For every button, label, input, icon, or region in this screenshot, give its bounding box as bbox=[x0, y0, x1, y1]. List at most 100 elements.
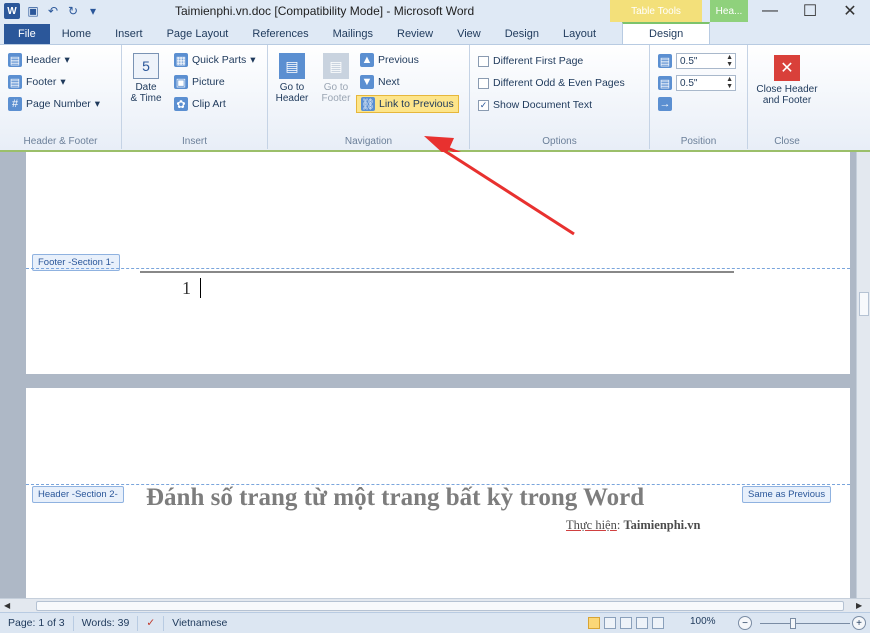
draft-view-icon[interactable] bbox=[652, 617, 664, 629]
web-layout-view-icon[interactable] bbox=[620, 617, 632, 629]
tab-home[interactable]: Home bbox=[50, 24, 103, 44]
different-odd-even-label: Different Odd & Even Pages bbox=[493, 77, 625, 89]
different-first-page-checkbox[interactable] bbox=[478, 55, 489, 67]
page-count[interactable]: Page: 1 of 3 bbox=[0, 615, 74, 631]
tab-page-layout[interactable]: Page Layout bbox=[155, 24, 241, 44]
footer-button[interactable]: ▤ Footer ▾ bbox=[8, 75, 66, 89]
group-insert: 5 Date & Time ▦ Quick Parts ▾ ▣ Picture ✿ Cl… bbox=[122, 45, 268, 149]
document-area: Footer -Section 1- 1 Header -Section 2- … bbox=[0, 152, 856, 598]
group-label-insert: Insert bbox=[181, 136, 207, 147]
close-header-footer-button[interactable]: ✕ Close Header and Footer bbox=[752, 55, 822, 106]
different-odd-even-option[interactable]: Different Odd & Even Pages bbox=[478, 77, 625, 89]
quick-parts-icon: ▦ bbox=[174, 53, 188, 67]
next-button[interactable]: ▼ Next bbox=[360, 75, 400, 89]
date-time-label-1: Date bbox=[135, 82, 157, 93]
tab-mailings[interactable]: Mailings bbox=[321, 24, 385, 44]
minimize-button[interactable]: — bbox=[750, 0, 790, 22]
footer-position-input[interactable]: 0.5" ▲ ▼ bbox=[676, 75, 736, 91]
header-button[interactable]: ▤ Header ▾ bbox=[8, 53, 70, 67]
word-logo-icon[interactable]: W bbox=[4, 3, 20, 19]
next-icon: ▼ bbox=[360, 75, 374, 89]
show-document-text-label: Show Document Text bbox=[493, 99, 593, 111]
page-number-button[interactable]: # Page Number ▾ bbox=[8, 97, 100, 111]
tab-insert[interactable]: Insert bbox=[103, 24, 155, 44]
show-document-text-option[interactable]: ✓ Show Document Text bbox=[478, 99, 592, 111]
outline-view-icon[interactable] bbox=[636, 617, 648, 629]
link-to-previous-button[interactable]: ⛓ Link to Previous bbox=[356, 95, 459, 113]
different-first-page-option[interactable]: Different First Page bbox=[478, 55, 583, 67]
tab-table-layout[interactable]: Layout bbox=[551, 24, 608, 44]
picture-label: Picture bbox=[192, 76, 225, 88]
show-document-text-checkbox[interactable]: ✓ bbox=[478, 99, 489, 111]
dropdown-icon: ▾ bbox=[60, 76, 66, 88]
footer-position-control: ▤ 0.5" ▲ ▼ bbox=[658, 75, 736, 91]
spin-arrows-icon[interactable]: ▲ ▼ bbox=[726, 76, 733, 90]
tab-file[interactable]: File bbox=[4, 24, 50, 44]
redo-icon[interactable]: ↻ bbox=[66, 4, 80, 18]
tab-header-footer-design[interactable]: Design bbox=[622, 22, 711, 44]
ribbon: ▤ Header ▾ ▤ Footer ▾ # Page Number ▾ Header &… bbox=[0, 44, 870, 152]
proofing-icon[interactable]: ✓ bbox=[138, 615, 165, 631]
zoom-out-icon[interactable]: − bbox=[738, 616, 752, 630]
arrow-shaft bbox=[443, 152, 575, 236]
full-screen-reading-view-icon[interactable] bbox=[604, 617, 616, 629]
header-label: Header bbox=[26, 54, 61, 66]
link-icon: ⛓ bbox=[361, 97, 375, 111]
zoom-slider-track[interactable] bbox=[760, 623, 850, 624]
group-header-footer: ▤ Header ▾ ▤ Footer ▾ # Page Number ▾ Header &… bbox=[0, 45, 122, 149]
different-first-page-label: Different First Page bbox=[493, 55, 584, 67]
tab-review[interactable]: Review bbox=[385, 24, 445, 44]
previous-button[interactable]: ▲ Previous bbox=[360, 53, 419, 67]
picture-icon: ▣ bbox=[174, 75, 188, 89]
view-buttons bbox=[588, 617, 664, 629]
date-time-button[interactable]: 5 Date & Time bbox=[128, 53, 164, 104]
word-count[interactable]: Words: 39 bbox=[74, 615, 139, 631]
undo-icon[interactable]: ↶ bbox=[46, 4, 60, 18]
insert-alignment-tab-button[interactable]: → bbox=[658, 97, 672, 111]
maximize-button[interactable]: ☐ bbox=[790, 0, 830, 22]
header-position-control: ▤ 0.5" ▲ ▼ bbox=[658, 53, 736, 69]
spin-arrows-icon[interactable]: ▲ ▼ bbox=[726, 54, 733, 68]
zoom-level[interactable]: 100% bbox=[690, 616, 716, 627]
quick-parts-label: Quick Parts bbox=[192, 54, 247, 66]
tab-view[interactable]: View bbox=[445, 24, 493, 44]
close-header-label-2: and Footer bbox=[762, 95, 812, 106]
save-icon[interactable]: ▣ bbox=[26, 4, 40, 18]
customize-icon[interactable]: ▾ bbox=[86, 4, 100, 18]
go-to-footer-label-1: Go to bbox=[323, 82, 349, 93]
close-header-label-1: Close Header bbox=[756, 84, 818, 95]
vertical-scroll-thumb[interactable] bbox=[859, 292, 869, 316]
group-navigation: ▤ Go to Header ▤ Go to Footer ▲ Previous … bbox=[268, 45, 470, 149]
go-to-header-button[interactable]: ▤ Go to Header bbox=[272, 53, 312, 104]
go-to-header-label-2: Header bbox=[275, 93, 309, 104]
dropdown-icon: ▾ bbox=[64, 54, 70, 66]
next-label: Next bbox=[378, 76, 400, 88]
scroll-left-icon[interactable]: ◀ bbox=[4, 601, 10, 610]
zoom-in-icon[interactable]: + bbox=[852, 616, 866, 630]
go-to-footer-button[interactable]: ▤ Go to Footer bbox=[316, 53, 356, 104]
horizontal-scrollbar[interactable]: ◀ ▶ bbox=[0, 598, 870, 612]
close-button[interactable]: ✕ bbox=[830, 0, 870, 22]
group-options: Different First Page Different Odd & Eve… bbox=[470, 45, 650, 149]
quick-access-toolbar: W ▣ ↶ ↻ ▾ bbox=[0, 3, 100, 19]
different-odd-even-checkbox[interactable] bbox=[478, 77, 489, 89]
picture-button[interactable]: ▣ Picture bbox=[174, 75, 225, 89]
page-number-icon: # bbox=[8, 97, 22, 111]
group-label-header-footer: Header & Footer bbox=[23, 136, 98, 147]
group-close: ✕ Close Header and Footer Close bbox=[748, 45, 826, 149]
scroll-right-icon[interactable]: ▶ bbox=[856, 601, 862, 610]
header-position-input[interactable]: 0.5" ▲ ▼ bbox=[676, 53, 736, 69]
print-layout-view-icon[interactable] bbox=[588, 617, 600, 629]
vertical-scrollbar[interactable] bbox=[856, 152, 870, 598]
clip-art-button[interactable]: ✿ Clip Art bbox=[174, 97, 226, 111]
clip-art-label: Clip Art bbox=[192, 98, 226, 110]
tab-references[interactable]: References bbox=[240, 24, 320, 44]
language-indicator[interactable]: Vietnamese bbox=[164, 616, 235, 631]
date-time-label-2: & Time bbox=[130, 93, 162, 104]
horizontal-scroll-thumb[interactable] bbox=[36, 601, 844, 611]
link-to-previous-label: Link to Previous bbox=[379, 98, 454, 110]
zoom-slider-handle[interactable] bbox=[790, 618, 796, 629]
group-label-options: Options bbox=[542, 136, 577, 147]
quick-parts-button[interactable]: ▦ Quick Parts ▾ bbox=[174, 53, 256, 67]
tab-table-design[interactable]: Design bbox=[493, 24, 551, 44]
